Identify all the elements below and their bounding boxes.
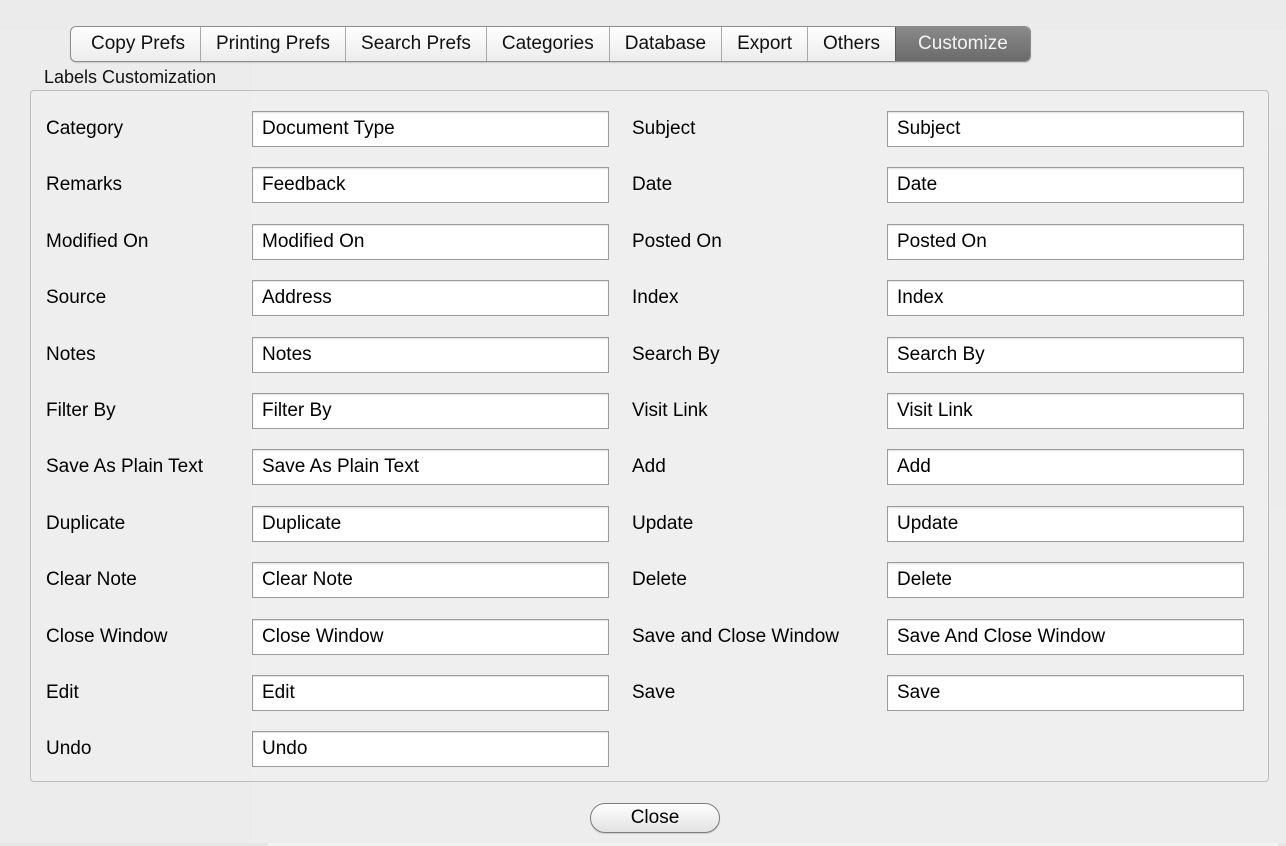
posted-on-label: Posted On [632, 231, 722, 252]
remarks-field[interactable]: Feedback [252, 167, 609, 203]
tab-search-prefs[interactable]: Search Prefs [345, 27, 486, 61]
update-label: Update [632, 513, 694, 534]
save-and-close-window-label: Save and Close Window [632, 626, 839, 647]
clear-note-label: Clear Note [46, 569, 137, 590]
filter-by-field[interactable]: Filter By [252, 393, 609, 429]
save-as-plain-text-field[interactable]: Save As Plain Text [252, 449, 609, 485]
duplicate-field[interactable]: Duplicate [252, 506, 609, 542]
tab-export[interactable]: Export [721, 27, 807, 61]
subject-label: Subject [632, 118, 696, 139]
edit-field[interactable]: Edit [252, 675, 609, 711]
tab-copy-prefs[interactable]: Copy Prefs [71, 27, 200, 61]
source-label: Source [46, 287, 107, 308]
category-label: Category [46, 118, 124, 139]
delete-field[interactable]: Delete [887, 562, 1244, 598]
notes-field[interactable]: Notes [252, 337, 609, 373]
close-window-label: Close Window [46, 626, 168, 647]
notes-label: Notes [46, 344, 96, 365]
add-field[interactable]: Add [887, 449, 1244, 485]
delete-label: Delete [632, 569, 687, 590]
undo-field[interactable]: Undo [252, 731, 609, 767]
edit-label: Edit [46, 682, 79, 703]
source-field[interactable]: Address [252, 280, 609, 316]
close-window-field[interactable]: Close Window [252, 619, 609, 655]
category-field[interactable]: Document Type [252, 111, 609, 147]
tab-categories[interactable]: Categories [485, 27, 609, 61]
save-label: Save [632, 682, 676, 703]
date-label: Date [632, 174, 673, 195]
index-label: Index [632, 287, 679, 308]
add-label: Add [632, 456, 666, 477]
update-field[interactable]: Update [887, 506, 1244, 542]
clear-note-field[interactable]: Clear Note [252, 562, 609, 598]
subject-field[interactable]: Subject [887, 111, 1244, 147]
tab-customize[interactable]: Customize [895, 27, 1030, 61]
save-and-close-window-field[interactable]: Save And Close Window [887, 619, 1244, 655]
modified-on-label: Modified On [46, 231, 149, 252]
index-field[interactable]: Index [887, 280, 1244, 316]
filter-by-label: Filter By [46, 400, 116, 421]
remarks-label: Remarks [46, 174, 123, 195]
date-field[interactable]: Date [887, 167, 1244, 203]
duplicate-label: Duplicate [46, 513, 126, 534]
visit-link-field[interactable]: Visit Link [887, 393, 1244, 429]
search-by-field[interactable]: Search By [887, 337, 1244, 373]
tab-printing-prefs[interactable]: Printing Prefs [199, 27, 345, 61]
save-as-plain-text-label: Save As Plain Text [46, 456, 204, 477]
close-button[interactable]: Close [590, 803, 720, 833]
modified-on-field[interactable]: Modified On [252, 224, 609, 260]
posted-on-field[interactable]: Posted On [887, 224, 1244, 260]
tab-others[interactable]: Others [807, 27, 895, 61]
section-title: Labels Customization [44, 67, 217, 87]
save-field[interactable]: Save [887, 675, 1244, 711]
search-by-label: Search By [632, 344, 720, 365]
tab-database[interactable]: Database [608, 27, 721, 61]
undo-label: Undo [46, 738, 92, 759]
preferences-sheet: Copy Prefs Printing Prefs Search Prefs Cate… [0, 0, 1286, 843]
visit-link-label: Visit Link [632, 400, 708, 421]
preferences-tab-bar: Copy Prefs Printing Prefs Search Prefs Cate… [70, 26, 1031, 62]
